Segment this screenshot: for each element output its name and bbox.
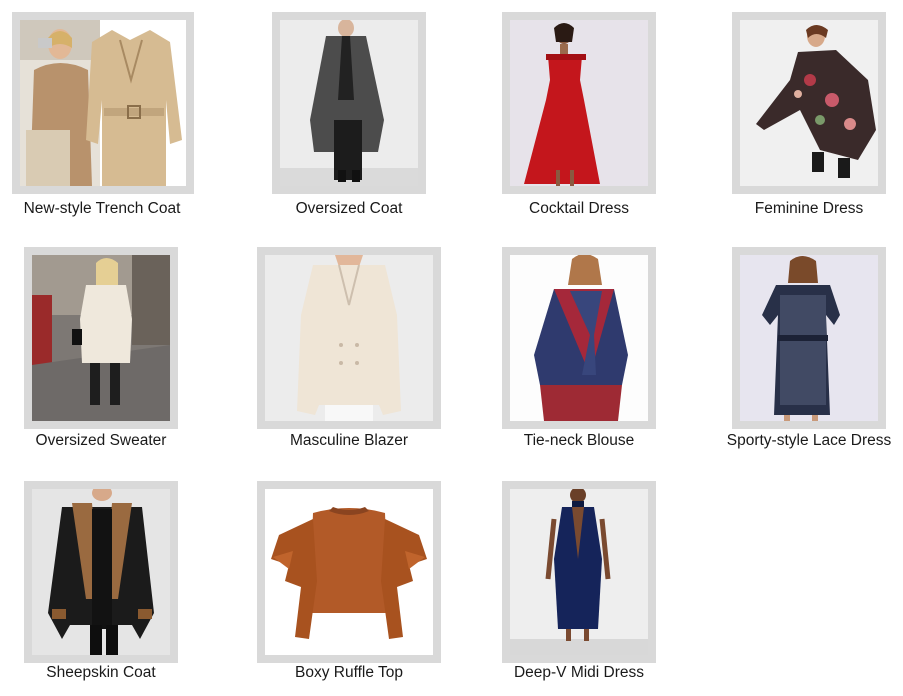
- image-frame: [732, 247, 886, 429]
- gallery-item-deep-v-midi-dress[interactable]: Deep-V Midi Dress: [464, 464, 694, 696]
- lace-dress-image[interactable]: [740, 255, 878, 421]
- item-caption: Oversized Coat: [295, 200, 403, 217]
- image-frame: [502, 247, 656, 429]
- gallery-item-sheepskin-coat[interactable]: Sheepskin Coat: [0, 464, 216, 696]
- item-caption: Feminine Dress: [754, 200, 864, 217]
- item-caption: Oversized Sweater: [35, 432, 167, 449]
- item-caption: Masculine Blazer: [289, 432, 409, 449]
- sheepskin-coat-image[interactable]: [32, 489, 170, 655]
- item-caption: New-style Trench Coat: [23, 200, 181, 217]
- item-caption: Sheepskin Coat: [46, 664, 156, 681]
- image-frame: [257, 481, 441, 663]
- gallery-item-masculine-blazer[interactable]: Masculine Blazer: [234, 232, 464, 464]
- item-caption: Cocktail Dress: [529, 200, 629, 217]
- masculine-blazer-image[interactable]: [265, 255, 433, 421]
- item-caption: Sporty-style Lace Dress: [726, 432, 892, 449]
- item-caption: Tie-neck Blouse: [523, 432, 635, 449]
- item-caption: Deep-V Midi Dress: [513, 664, 645, 681]
- image-frame: [24, 247, 178, 429]
- image-frame: [732, 12, 886, 194]
- gallery-item-oversized-coat[interactable]: Oversized Coat: [234, 0, 464, 232]
- image-frame: [24, 481, 178, 663]
- oversized-sweater-image[interactable]: [32, 255, 170, 421]
- gallery-item-cocktail-dress[interactable]: Cocktail Dress: [464, 0, 694, 232]
- trench-coat-image[interactable]: [20, 20, 186, 186]
- item-caption: Boxy Ruffle Top: [295, 664, 403, 681]
- gallery-item-trench-coat[interactable]: New-style Trench Coat: [0, 0, 217, 232]
- gallery-item-lace-dress[interactable]: Sporty-style Lace Dress: [694, 232, 903, 464]
- boxy-ruffle-top-image[interactable]: [265, 489, 433, 655]
- image-frame: [12, 12, 194, 194]
- image-frame: [502, 12, 656, 194]
- gallery-item-tie-neck-blouse[interactable]: Tie-neck Blouse: [464, 232, 694, 464]
- gallery-item-feminine-dress[interactable]: Feminine Dress: [694, 0, 903, 232]
- tie-neck-blouse-image[interactable]: [510, 255, 648, 421]
- deep-v-midi-dress-image[interactable]: [510, 489, 648, 655]
- cocktail-dress-image[interactable]: [510, 20, 648, 186]
- image-frame: [272, 12, 426, 194]
- image-frame: [502, 481, 656, 663]
- feminine-dress-image[interactable]: [740, 20, 878, 186]
- image-frame: [257, 247, 441, 429]
- gallery-item-oversized-sweater[interactable]: Oversized Sweater: [0, 232, 216, 464]
- gallery-item-boxy-ruffle-top[interactable]: Boxy Ruffle Top: [234, 464, 464, 696]
- oversized-coat-image[interactable]: [280, 20, 418, 186]
